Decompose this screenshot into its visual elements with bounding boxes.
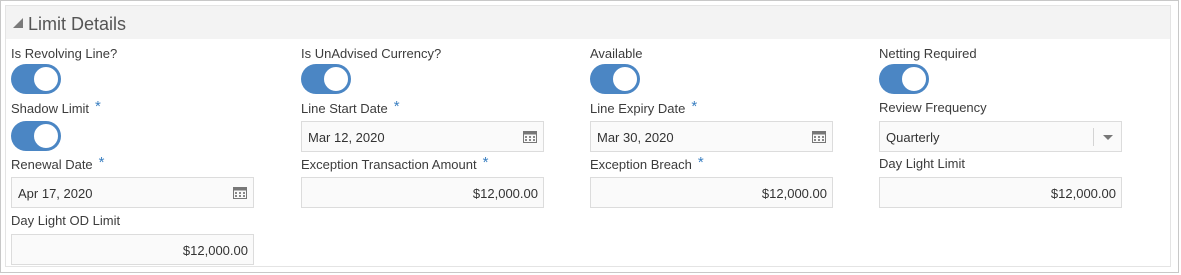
review-frequency-label: Review Frequency: [879, 100, 987, 115]
exception-amount-label: Exception Transaction Amount *: [301, 154, 489, 172]
unadvised-toggle[interactable]: [301, 64, 351, 94]
exception-breach-label: Exception Breach *: [590, 154, 704, 172]
toggle-knob: [901, 66, 927, 92]
review-frequency-select[interactable]: Quarterly: [879, 121, 1122, 152]
revolving-label: Is Revolving Line?: [11, 46, 118, 61]
line-expiry-label: Line Expiry Date *: [590, 98, 698, 116]
calendar-icon[interactable]: [523, 130, 537, 143]
required-marker: *: [95, 98, 101, 115]
renewal-date-input[interactable]: Apr 17, 2020: [11, 177, 254, 208]
calendar-icon[interactable]: [812, 130, 826, 143]
collapse-triangle-icon[interactable]: [13, 18, 23, 28]
section-title: Limit Details: [28, 14, 127, 34]
revolving-toggle[interactable]: [11, 64, 61, 94]
daylight-limit-label: Day Light Limit: [879, 156, 965, 171]
required-marker: *: [482, 154, 489, 171]
available-label: Available: [590, 46, 643, 61]
line-start-date-input[interactable]: Mar 12, 2020: [301, 121, 544, 152]
netting-label: Netting Required: [879, 46, 977, 61]
daylight-limit-input[interactable]: $12,000.00: [879, 177, 1122, 208]
toggle-knob: [33, 66, 59, 92]
netting-toggle[interactable]: [879, 64, 929, 94]
daylight-od-input[interactable]: $12,000.00: [11, 234, 254, 265]
required-marker: *: [98, 154, 105, 171]
required-marker: *: [697, 154, 704, 171]
line-expiry-date-input[interactable]: Mar 30, 2020: [590, 121, 833, 152]
review-frequency-value: Quarterly: [886, 130, 940, 145]
exception-breach-input[interactable]: $12,000.00: [590, 177, 833, 208]
shadow-label: Shadow Limit *: [11, 98, 101, 116]
chevron-down-icon[interactable]: [1103, 135, 1113, 140]
daylight-limit-value: $12,000.00: [1050, 186, 1116, 201]
renewal-value: Apr 17, 2020: [18, 186, 93, 201]
exception-amount-input[interactable]: $12,000.00: [301, 177, 544, 208]
toggle-knob: [612, 66, 638, 92]
renewal-label: Renewal Date *: [11, 154, 105, 172]
daylight-od-value: $12,000.00: [182, 243, 248, 258]
daylight-od-label: Day Light OD Limit: [11, 213, 121, 228]
required-marker: *: [691, 98, 698, 115]
section-header[interactable]: Limit Details: [6, 6, 1170, 39]
available-toggle[interactable]: [590, 64, 640, 94]
required-marker: *: [393, 98, 400, 115]
select-divider: [1093, 128, 1094, 146]
calendar-icon[interactable]: [233, 186, 247, 199]
shadow-toggle[interactable]: [11, 121, 61, 151]
exception-breach-value: $12,000.00: [761, 186, 827, 201]
line-start-label: Line Start Date *: [301, 98, 400, 116]
unadvised-label: Is UnAdvised Currency?: [301, 46, 442, 61]
line-expiry-value: Mar 30, 2020: [597, 130, 674, 145]
toggle-knob: [33, 123, 59, 149]
exception-amount-value: $12,000.00: [472, 186, 538, 201]
line-start-value: Mar 12, 2020: [308, 130, 385, 145]
toggle-knob: [323, 66, 349, 92]
